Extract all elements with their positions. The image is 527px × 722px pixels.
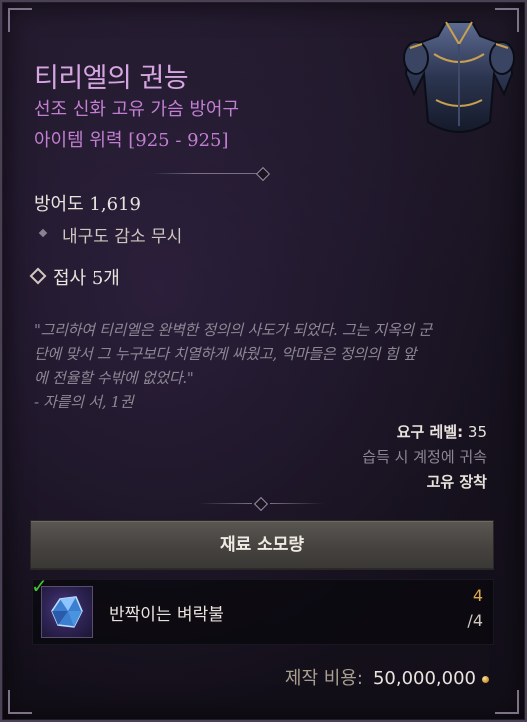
item-tooltip: 티리엘의 권능 선조 신화 고유 가슴 방어구 아이템 위력 [925 - 92… (0, 0, 527, 722)
check-icon: ✓ (31, 574, 48, 598)
item-type: 선조 신화 고유 가슴 방어구 (34, 99, 240, 120)
frame-corner (8, 8, 32, 32)
material-row[interactable]: ✓ 반짝이는 벼락불 4 /4 (31, 574, 494, 645)
armor-value: 방어도 1,619 (34, 194, 141, 215)
affix-count-label: 접사 5개 (53, 268, 120, 289)
unique-equip-note: 고유 장착 (426, 473, 487, 491)
chest-armor-icon (403, 21, 515, 133)
material-need-count: /4 (467, 611, 483, 630)
item-property: 내구도 감소 무시 (62, 227, 183, 247)
required-level: 요구 레벨: 35 (397, 421, 487, 442)
bullet-icon (38, 228, 48, 238)
required-level-label: 요구 레벨: (396, 423, 464, 441)
materials-header: 재료 소모량 (30, 520, 494, 570)
diamond-icon (29, 267, 47, 285)
gem-icon[interactable] (41, 586, 93, 638)
crystal-icon (51, 596, 83, 628)
item-name: 티리엘의 권능 (34, 63, 189, 94)
section-divider (198, 496, 328, 512)
flavor-line: 단에 맞서 그 누구보다 치열하게 싸웠고, 악마들은 정의의 힘 앞 (34, 345, 417, 363)
required-level-value: 35 (467, 423, 487, 441)
gold-coin-icon (482, 676, 489, 683)
craft-cost-label: 제작 비용: (284, 668, 363, 689)
frame-corner (495, 690, 519, 714)
craft-cost-value: 50,000,000 (372, 668, 476, 689)
item-power: 아이템 위력 [925 - 925] (34, 130, 229, 151)
material-have-count: 4 (472, 586, 483, 605)
frame-corner (8, 690, 32, 714)
flavor-line: "그리하여 티리엘은 완벽한 정의의 사도가 되었다. 그는 지옥의 군 (34, 321, 432, 339)
flavor-line: 에 전율할 수밖에 없었다." (34, 369, 194, 387)
flavor-source: - 자릍의 서, 1권 (34, 393, 134, 411)
material-name: 반짝이는 벼락불 (109, 605, 224, 625)
flavor-text: "그리하여 티리엘은 완벽한 정의의 사도가 되었다. 그는 지옥의 군 단에 … (34, 318, 502, 414)
affix-count: 접사 5개 (29, 264, 120, 290)
account-bound-note: 습득 시 계정에 귀속 (362, 448, 487, 466)
craft-cost: 제작 비용: 50,000,000 (285, 664, 489, 690)
section-divider (152, 166, 272, 182)
